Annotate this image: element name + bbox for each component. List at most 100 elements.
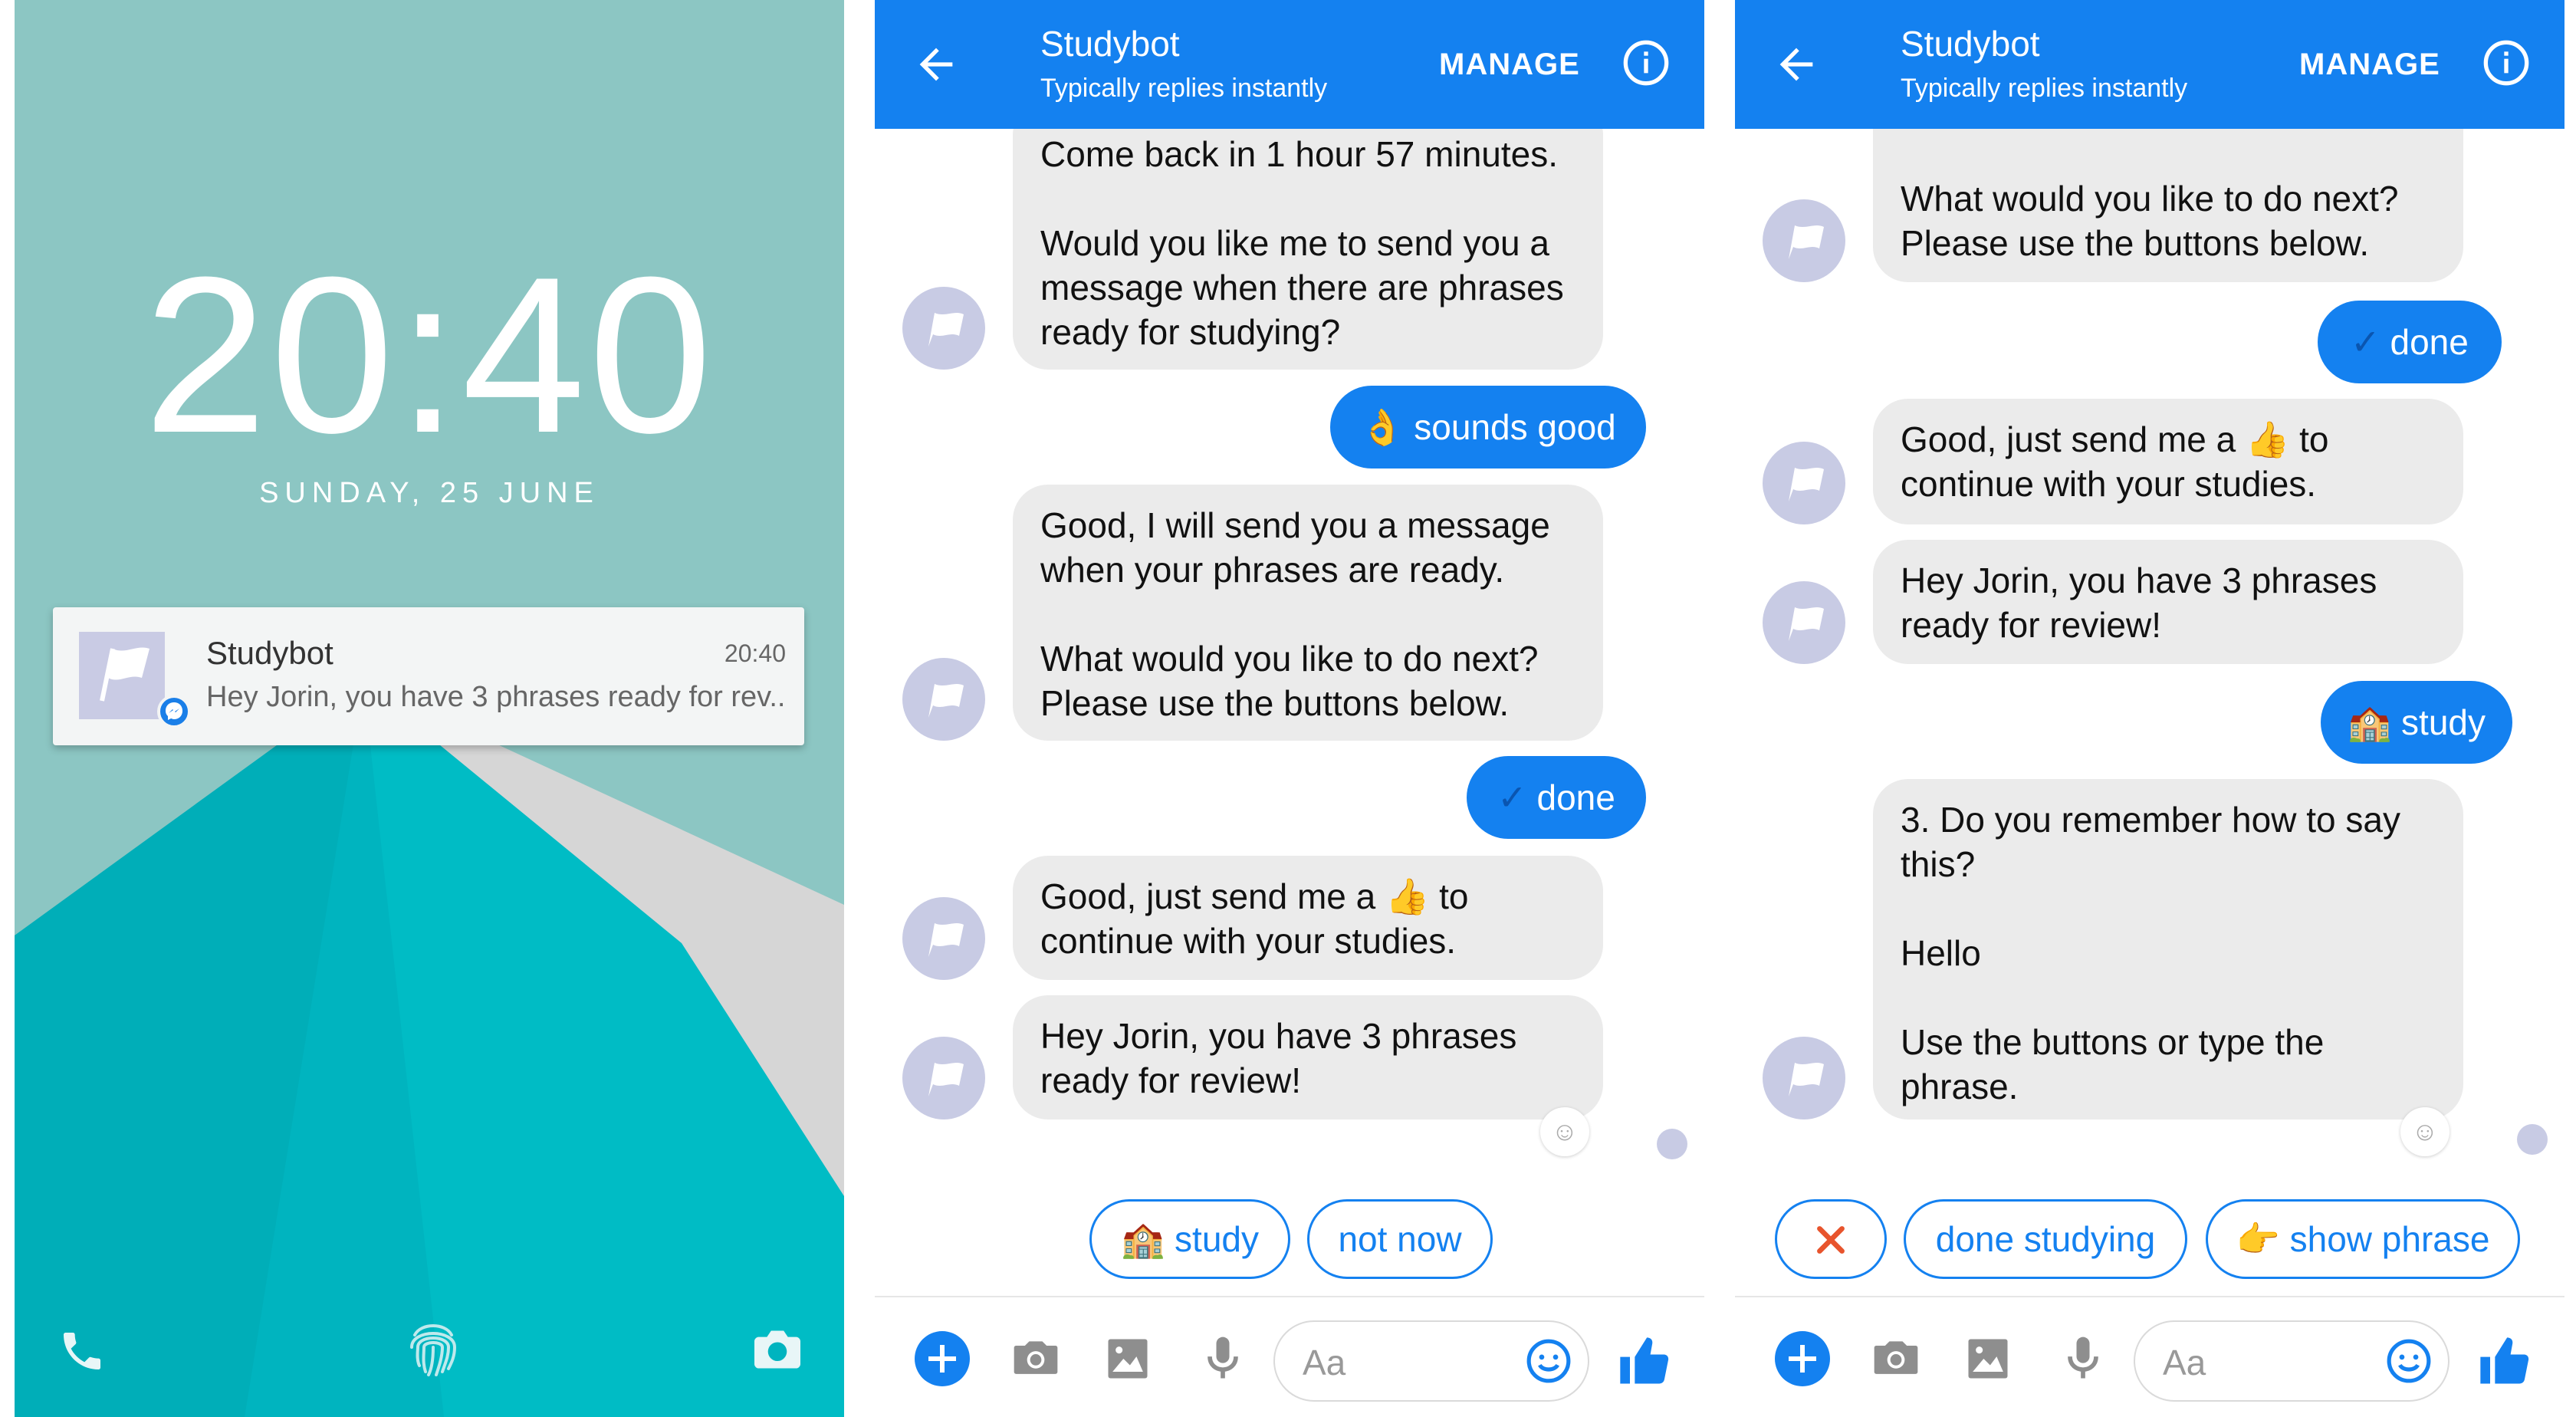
chat-header: Studybot Typically replies instantly MAN… <box>875 0 1704 129</box>
thumbs-up-emoji: 👍 <box>1385 876 1430 916</box>
school-emoji: 🏫 <box>1120 1219 1165 1259</box>
chat-title[interactable]: Studybot <box>1040 23 1180 64</box>
chat-title[interactable]: Studybot <box>1901 23 2040 64</box>
chat-header: Studybot Typically replies instantly MAN… <box>1735 0 2564 129</box>
user-reply-bubble: 🏫 study <box>2321 681 2512 764</box>
image-icon[interactable] <box>1102 1333 1154 1385</box>
bot-message: Hey Jorin, you have 3 phrases ready for … <box>1873 540 2463 664</box>
notification-card[interactable]: Studybot 20:40 Hey Jorin, you have 3 phr… <box>53 607 804 745</box>
bot-avatar[interactable] <box>902 287 985 370</box>
microphone-icon[interactable] <box>1197 1333 1249 1385</box>
pointing-hand-emoji: 👉 <box>2236 1219 2280 1259</box>
check-mark-emoji: ✓ <box>2351 322 2380 362</box>
bot-avatar[interactable] <box>1763 199 1845 282</box>
message-text: Good, just send me a <box>1901 419 2236 459</box>
camera-icon[interactable] <box>1870 1333 1922 1385</box>
school-emoji: 🏫 <box>2347 702 2392 742</box>
message-text: Hey Jorin, you have 3 phrases <box>1040 1016 1517 1056</box>
message-text: continue with your studies. <box>1040 921 1457 961</box>
quick-reply-label: done studying <box>1935 1219 2156 1259</box>
reply-text: sounds good <box>1414 407 1616 447</box>
microphone-icon[interactable] <box>2057 1333 2109 1385</box>
bot-avatar[interactable] <box>1763 581 1845 664</box>
composer-divider <box>1735 1296 2564 1297</box>
message-text: this? <box>1901 844 1976 884</box>
camera-icon[interactable] <box>752 1327 803 1373</box>
message-text: message when there are phrases <box>1040 268 1564 307</box>
flag-icon <box>928 313 964 347</box>
message-text: Come back in 1 hour 57 minutes. <box>1040 134 1559 174</box>
info-icon[interactable] <box>1622 38 1671 87</box>
seen-indicator-avatar <box>1657 1129 1687 1159</box>
bot-avatar[interactable] <box>902 897 985 980</box>
chat-panel-2: Studybot Typically replies instantly MAN… <box>1735 0 2564 1417</box>
add-reaction-icon[interactable]: ☺ <box>2400 1107 2450 1156</box>
thumbs-up-icon[interactable] <box>2476 1333 2534 1391</box>
bot-message: Hey Jorin, you have 3 phrases ready for … <box>1013 995 1603 1119</box>
smiley-icon[interactable] <box>1525 1337 1572 1385</box>
smiley-icon[interactable] <box>2385 1337 2433 1385</box>
close-x-icon <box>1817 1225 1845 1254</box>
back-arrow-icon[interactable] <box>912 40 961 89</box>
quick-reply-study[interactable]: 🏫 study <box>1089 1199 1290 1279</box>
message-input-placeholder: Aa <box>1303 1343 1346 1382</box>
bot-avatar[interactable] <box>1763 442 1845 524</box>
message-text: Hey Jorin, you have 3 phrases <box>1901 561 2377 600</box>
message-text: ready for review! <box>1901 605 2162 645</box>
quick-reply-done-studying[interactable]: done studying <box>1904 1199 2187 1279</box>
message-input[interactable]: Aa <box>2134 1320 2450 1402</box>
plus-icon[interactable] <box>1775 1331 1830 1386</box>
fingerprint-icon[interactable] <box>402 1313 464 1382</box>
quick-reply-label: not now <box>1338 1219 1462 1259</box>
manage-button[interactable]: MANAGE <box>1439 48 1580 82</box>
reply-text: done <box>2390 322 2469 362</box>
phone-icon[interactable] <box>58 1327 107 1376</box>
check-mark-emoji: ✓ <box>1497 778 1527 817</box>
quick-reply-not-now[interactable]: not now <box>1307 1199 1493 1279</box>
lockscreen-panel: 20:40 SUNDAY, 25 JUNE Studybot 20:40 Hey… <box>15 0 844 1417</box>
message-text: to <box>1439 876 1469 916</box>
user-reply-bubble: ✓ done <box>2318 301 2502 383</box>
ok-hand-emoji: 👌 <box>1360 407 1405 447</box>
thumbs-up-icon[interactable] <box>1615 1333 1674 1391</box>
message-text: Good, just send me a <box>1040 876 1376 916</box>
message-input-placeholder: Aa <box>2163 1343 2206 1382</box>
message-text: Use the buttons or type the <box>1901 1022 2325 1062</box>
message-text: What would you like to do next? <box>1040 639 1539 679</box>
bot-message: 3. Do you remember how to say this? Hell… <box>1873 779 2463 1119</box>
quick-reply-show-phrase[interactable]: 👉 show phrase <box>2206 1199 2520 1279</box>
bot-message: Good, I will send you a message when you… <box>1013 485 1603 741</box>
quick-reply-label: show phrase <box>2289 1219 2490 1259</box>
image-icon[interactable] <box>1962 1333 2014 1385</box>
message-text: 3. Do you remember how to say <box>1901 800 2400 840</box>
notification-text: Hey Jorin, you have 3 phrases ready for … <box>206 681 786 713</box>
plus-icon[interactable] <box>915 1331 970 1386</box>
seen-indicator-avatar <box>2517 1124 2548 1155</box>
messenger-icon <box>157 695 191 728</box>
flag-icon <box>1789 468 1824 501</box>
quick-reply-cancel[interactable] <box>1775 1199 1887 1279</box>
bot-avatar[interactable] <box>1763 1037 1845 1119</box>
manage-button[interactable]: MANAGE <box>2299 48 2440 82</box>
bot-avatar[interactable] <box>902 658 985 741</box>
message-input[interactable]: Aa <box>1273 1320 1589 1402</box>
flag-icon <box>1789 1063 1824 1096</box>
user-reply-bubble: ✓ done <box>1467 756 1646 839</box>
bot-message: Good, just send me a 👍 to continue with … <box>1873 399 2463 524</box>
flag-icon <box>928 684 964 718</box>
message-text: phrase. <box>1901 1067 2019 1106</box>
bot-avatar[interactable] <box>902 1037 985 1119</box>
info-icon[interactable] <box>2482 38 2531 87</box>
message-text: ready for studying? <box>1040 312 1341 352</box>
message-text: to <box>2299 419 2329 459</box>
message-text: Hello <box>1901 933 1981 973</box>
message-text: Please use the buttons below. <box>1040 683 1510 723</box>
chat-subtitle: Typically replies instantly <box>1901 74 2188 103</box>
reply-text: done <box>1536 778 1615 817</box>
lockscreen-date: SUNDAY, 25 JUNE <box>259 477 600 509</box>
flag-icon <box>928 1063 964 1096</box>
add-reaction-icon[interactable]: ☺ <box>1540 1107 1589 1156</box>
bot-message: Good, just send me a 👍 to continue with … <box>1013 856 1603 980</box>
camera-icon[interactable] <box>1010 1333 1062 1385</box>
back-arrow-icon[interactable] <box>1772 40 1821 89</box>
